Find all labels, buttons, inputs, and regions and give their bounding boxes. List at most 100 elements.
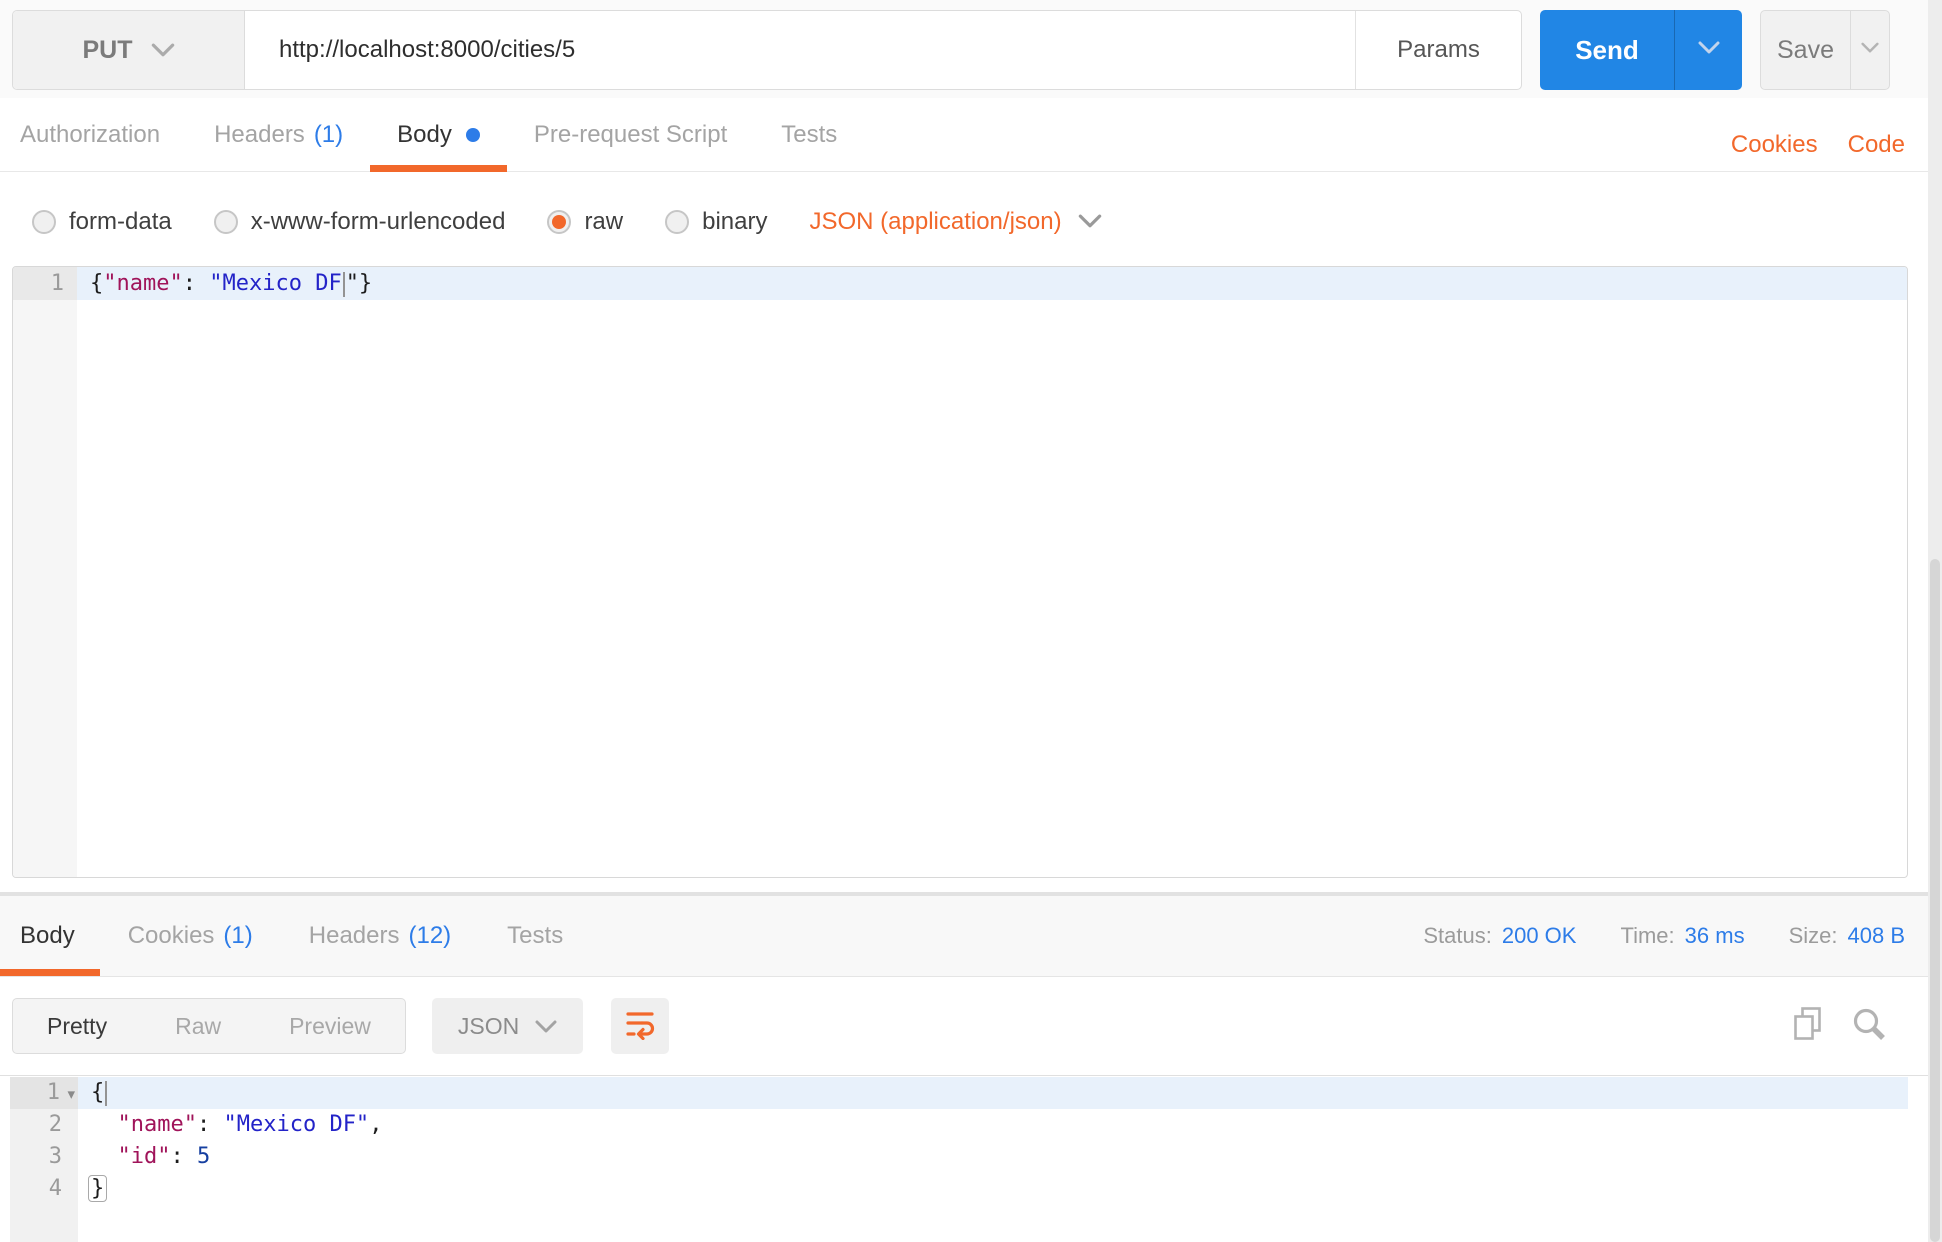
- line-number-text: 1: [46, 1080, 60, 1105]
- line-number: 4: [10, 1173, 78, 1205]
- send-label: Send: [1575, 34, 1639, 65]
- editor-code-line: {"name": "Mexico DF "}: [77, 267, 1907, 300]
- code-link[interactable]: Code: [1848, 131, 1905, 159]
- cookies-count-badge: (1): [223, 922, 253, 949]
- code-token: :: [196, 1112, 224, 1137]
- request-body-editor[interactable]: 1 {"name": "Mexico DF "}: [12, 266, 1908, 878]
- search-response-button[interactable]: [1850, 1005, 1888, 1048]
- code-token: "Mexico DF": [223, 1112, 370, 1137]
- radio-binary[interactable]: binary: [665, 208, 767, 236]
- wrap-lines-button[interactable]: [611, 998, 670, 1054]
- tab-label: Headers: [308, 922, 400, 949]
- editor-line: 1 {"name": "Mexico DF "}: [13, 267, 1907, 300]
- response-line: 4 }: [10, 1173, 1908, 1205]
- time-label: Time:: [1620, 923, 1675, 948]
- search-icon: [1850, 1005, 1888, 1048]
- response-toolbar: Pretty Raw Preview JSON: [0, 977, 1942, 1076]
- response-tab-cookies[interactable]: Cookies (1): [100, 896, 281, 976]
- radio-urlencoded[interactable]: x-www-form-urlencoded: [213, 208, 505, 236]
- response-tab-headers[interactable]: Headers (12): [281, 896, 479, 976]
- response-line: 2 "name": "Mexico DF",: [10, 1109, 1908, 1141]
- code-token: "name": [103, 271, 183, 296]
- tab-label: Cookies: [127, 922, 215, 949]
- line-number: 1: [13, 267, 77, 300]
- language-label: JSON: [457, 1012, 520, 1039]
- response-line: 3 "id": 5: [10, 1141, 1908, 1173]
- save-button[interactable]: Save: [1761, 11, 1850, 89]
- content-type-label: JSON (application/json): [809, 208, 1062, 235]
- method-label: PUT: [82, 35, 133, 64]
- time-badge: Time: 36 ms: [1620, 923, 1744, 949]
- response-meta: Status: 200 OK Time: 36 ms Size: 408 B: [1423, 896, 1905, 976]
- chevron-down-icon: [151, 36, 175, 65]
- page-scrollbar[interactable]: [1928, 0, 1942, 1242]
- tab-label: Pre-request Script: [533, 120, 728, 148]
- tab-label: Authorization: [20, 120, 161, 148]
- view-label: Preview: [289, 1012, 371, 1039]
- code-token: "id": [117, 1144, 171, 1169]
- fold-caret-icon[interactable]: ▾: [60, 1079, 75, 1111]
- send-options-button[interactable]: [1674, 10, 1742, 90]
- code-token: {: [90, 271, 104, 296]
- response-language-dropdown[interactable]: JSON: [431, 998, 584, 1054]
- line-number: 3: [10, 1141, 78, 1173]
- code-token: "Mexico DF: [209, 271, 342, 296]
- size-value: 408 B: [1847, 923, 1906, 948]
- save-options-button[interactable]: [1850, 11, 1889, 89]
- chevron-down-icon: [1078, 208, 1102, 236]
- response-tab-body[interactable]: Body: [0, 896, 100, 976]
- url-composite-box: PUT Params: [12, 10, 1522, 90]
- line-number-text: 3: [48, 1144, 62, 1169]
- line-number-text: 4: [48, 1176, 62, 1201]
- response-header: Body Cookies (1) Headers (12) Tests Stat…: [0, 896, 1942, 977]
- view-pretty-button[interactable]: Pretty: [13, 999, 141, 1053]
- tab-pre-request-script[interactable]: Pre-request Script: [507, 98, 754, 171]
- save-button-group: Save: [1760, 10, 1890, 90]
- tab-headers[interactable]: Headers (1): [187, 98, 370, 171]
- chevron-down-icon: [1861, 41, 1879, 59]
- tab-label: Body: [20, 922, 75, 949]
- tab-label: Headers: [214, 120, 305, 148]
- wrap-text-icon: [624, 1008, 656, 1045]
- send-button[interactable]: Send: [1540, 10, 1674, 90]
- response-tab-tests[interactable]: Tests: [479, 896, 591, 976]
- content-type-dropdown[interactable]: JSON (application/json): [809, 208, 1101, 236]
- method-dropdown[interactable]: PUT: [13, 11, 245, 89]
- send-button-group: Send: [1540, 10, 1742, 90]
- view-preview-button[interactable]: Preview: [255, 999, 405, 1053]
- scrollbar-thumb[interactable]: [1930, 558, 1940, 1242]
- radio-icon: [213, 210, 238, 234]
- code-token: ,: [369, 1112, 383, 1137]
- cookies-link[interactable]: Cookies: [1731, 131, 1818, 159]
- viewer-empty-area: [10, 1205, 1908, 1242]
- status-value: 200 OK: [1501, 923, 1577, 948]
- line-number: 1 ▾: [10, 1077, 78, 1109]
- size-badge: Size: 408 B: [1789, 923, 1905, 949]
- response-code-line: {: [78, 1077, 1908, 1109]
- view-label: Raw: [175, 1012, 222, 1039]
- copy-response-button[interactable]: [1791, 1005, 1826, 1048]
- response-code-line: "name": "Mexico DF",: [78, 1109, 1908, 1141]
- request-tab-bar: Authorization Headers (1) Body Pre-reque…: [0, 98, 1942, 172]
- text-cursor: [105, 1080, 108, 1106]
- response-body-viewer[interactable]: 1 ▾ { 2 "name": "Mexico DF", 3 "id": 5 4 …: [10, 1077, 1908, 1242]
- radio-icon: [665, 210, 690, 234]
- url-input[interactable]: [245, 11, 1355, 89]
- tab-body[interactable]: Body: [370, 98, 507, 172]
- code-token: {: [91, 1080, 105, 1105]
- size-label: Size:: [1788, 923, 1838, 948]
- tab-label: Body: [397, 120, 452, 148]
- headers-count-badge: (1): [313, 120, 344, 148]
- save-label: Save: [1777, 35, 1834, 64]
- view-raw-button[interactable]: Raw: [141, 999, 255, 1053]
- tab-authorization[interactable]: Authorization: [0, 98, 187, 171]
- tab-tests[interactable]: Tests: [754, 98, 864, 171]
- view-toggle-group: Pretty Raw Preview: [12, 998, 406, 1054]
- radio-raw[interactable]: raw: [547, 208, 623, 236]
- radio-form-data[interactable]: form-data: [32, 208, 172, 236]
- radio-selected-icon: [547, 210, 572, 234]
- params-button[interactable]: Params: [1355, 11, 1521, 89]
- response-line: 1 ▾ {: [10, 1077, 1908, 1109]
